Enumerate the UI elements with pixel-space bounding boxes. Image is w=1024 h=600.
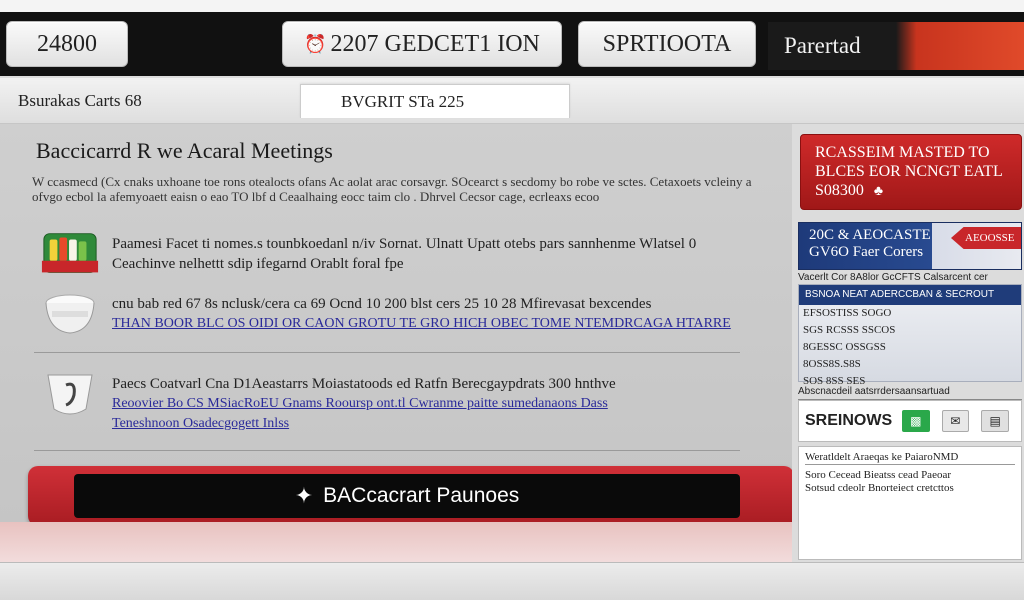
list-item-2-link[interactable]: THAN BOOR BLC OS OIDI OR CAON GROTU TE G… <box>112 314 752 334</box>
list-item-1-text: Paamesi Facet ti nomes.s tounbkoedanl n/… <box>112 236 697 272</box>
subnav-tab-left-label: Bsurakas Carts 68 <box>18 91 142 110</box>
subnav-tab-active[interactable]: BVGRIT STa 225 <box>300 84 570 118</box>
divider-bottom <box>34 450 740 451</box>
stats-row[interactable]: SGS RCSSS SSCOS <box>799 322 1021 339</box>
sidebar-caption-2: Abscnacdeil aatsrrdersaansartuad <box>798 386 1022 400</box>
cta-button-label: BACcacrart Paunoes <box>323 484 520 507</box>
divider <box>34 352 740 353</box>
list-item-2-text: cnu bab red 67 8s nclusk/cera ca 69 Ocnd… <box>112 294 752 334</box>
list-item-3-link-secondary[interactable]: Teneshnoon Osadecgogett Inlss <box>112 414 752 434</box>
score-button[interactable]: 24800 <box>6 21 128 67</box>
main-panel: Baccicarrd R we Acaral Meetings W ccasme… <box>0 124 794 564</box>
stats-header: BSNOA NEAT ADERCCBAN & SECROUT <box>799 285 1021 305</box>
promo-banner-red[interactable]: RCASSEIM MASTED TO BLCES EOR NCNGT EATL … <box>800 134 1022 210</box>
mail-icon[interactable]: ✉ <box>941 410 970 432</box>
stats-row[interactable]: EFSOSTISS SOGO <box>799 305 1021 322</box>
intro-paragraph: W ccasmecd (Cx cnaks uxhoane toe rons ot… <box>32 174 752 204</box>
promo-line-2: BLCES EOR NCNGT EATL <box>815 163 1003 180</box>
list-item-3-description: Paecs Coatvarl Cna D1Aeastarrs Moiastato… <box>112 376 616 392</box>
list-item-3-text: Paecs Coatvarl Cna D1Aeastarrs Moiastato… <box>112 374 752 434</box>
list-item-2-description: cnu bab red 67 8s nclusk/cera ca 69 Ocnd… <box>112 296 652 312</box>
brand-tab[interactable]: Parertad <box>768 22 1024 70</box>
stats-box: BSNOA NEAT ADERCCBAN & SECROUT EFSOSTISS… <box>798 284 1022 387</box>
top-bar: 24800 ⏰ 2207 GEDCET1 ION SPRTIOOTA Parer… <box>0 0 1024 78</box>
promo-line-1: RCASSEIM MASTED TO <box>815 144 990 161</box>
cup-icon <box>40 370 100 418</box>
subnav-tab-active-label: BVGRIT STa 225 <box>341 91 465 111</box>
promo-banner-blue[interactable]: 20C & AEOCASTE GV6O Faer Corers AEOOSSE <box>798 222 1022 270</box>
sidebar: RCASSEIM MASTED TO BLCES EOR NCNGT EATL … <box>792 124 1024 562</box>
promo2-flag: AEOOSSE <box>951 227 1021 249</box>
stats-row[interactable]: 8GESSC OSSGSS <box>799 339 1021 356</box>
cta-container: ✦ BACcacrart Paunoes <box>28 466 794 526</box>
bottom-band <box>0 522 798 562</box>
news-line[interactable]: Sotsud cdeolr Bnorteiect cretcttos <box>805 482 1015 495</box>
promo-line-3: S08300 <box>815 182 864 199</box>
footer-strip <box>0 562 1024 600</box>
list-item-3-link[interactable]: Reoovier Bo CS MSiacRoEU Gnams Rooursp o… <box>112 394 752 414</box>
subnav-tab-left[interactable]: Bsurakas Carts 68 <box>18 84 142 118</box>
page-title: Baccicarrd R we Acaral Meetings <box>36 138 333 163</box>
date-time-button[interactable]: ⏰ 2207 GEDCET1 ION <box>282 21 562 67</box>
card-icon[interactable]: ▤ <box>981 410 1009 432</box>
sub-navigation: Bsurakas Carts 68 BVGRIT STa 225 <box>0 78 1024 124</box>
clock-icon: ⏰ <box>304 33 327 55</box>
cards-deck-icon <box>40 230 100 278</box>
stats-row[interactable]: 8OSS8S.S8S <box>799 356 1021 373</box>
share-label: SREINOWS <box>805 412 893 429</box>
news-line[interactable]: Soro Cecead Bieatss cead Paeoar <box>805 469 1015 482</box>
money-icon[interactable]: ▩ <box>902 410 930 432</box>
score-button-label: 24800 <box>37 30 97 57</box>
cta-button[interactable]: ✦ BACcacrart Paunoes <box>74 474 740 518</box>
sports-button-label: SPRTIOOTA <box>602 30 732 57</box>
bird-logo-icon: ✦ <box>294 483 314 508</box>
bowl-icon <box>40 290 100 338</box>
news-box: Weratldelt Araeqas ke PaiaroNMD Soro Cec… <box>798 446 1022 560</box>
news-title: Weratldelt Araeqas ke PaiaroNMD <box>805 451 1015 465</box>
brand-label: Parertad <box>784 33 861 58</box>
chips-icon: ♣ <box>873 184 884 199</box>
sports-button[interactable]: SPRTIOOTA <box>578 21 756 67</box>
date-time-label: 2207 GEDCET1 ION <box>330 30 540 57</box>
share-box: SREINOWS ▩ ✉ ▤ <box>798 400 1022 442</box>
